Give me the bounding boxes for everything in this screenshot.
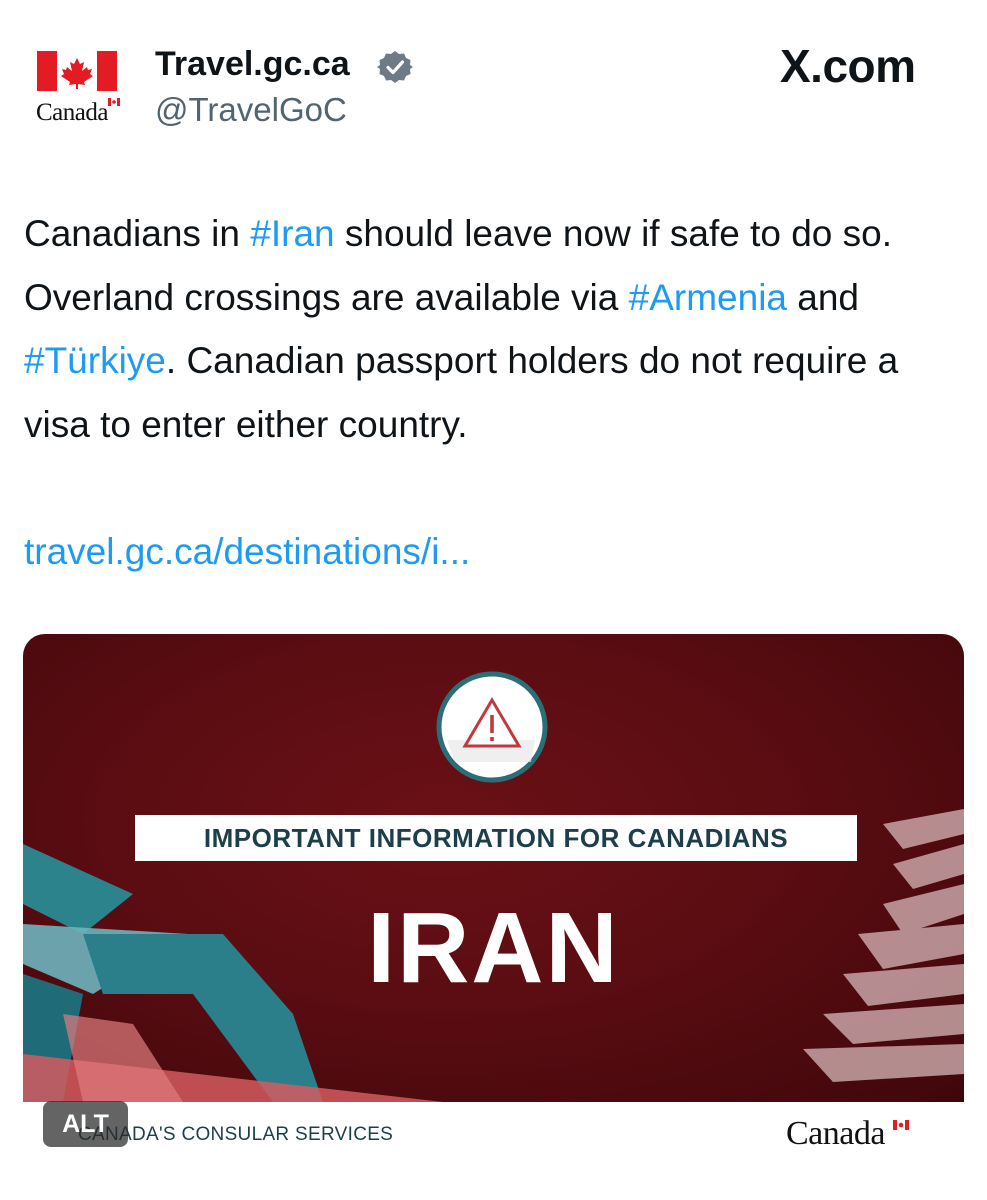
info-banner: IMPORTANT INFORMATION FOR CANADIANS	[135, 815, 857, 861]
hashtag-link[interactable]: #Türkiye	[24, 340, 166, 381]
wordmark-flag-icon	[108, 98, 120, 106]
verified-badge-icon	[377, 51, 413, 83]
tweet-header: Canada Travel.gc.ca @TravelGoC X.com	[0, 0, 987, 150]
footer-flag-icon	[893, 1120, 909, 1130]
tweet-text: Canadians in #Iran should leave now if s…	[24, 202, 969, 456]
hashtag-link[interactable]: #Iran	[250, 213, 334, 254]
tweet-text-segment: and	[787, 276, 860, 318]
display-name[interactable]: Travel.gc.ca	[155, 42, 350, 86]
canada-wordmark: Canada	[36, 99, 108, 126]
alt-button[interactable]: ALT	[43, 1101, 128, 1147]
site-label: X.com	[780, 40, 916, 92]
hashtag-link[interactable]: #Armenia	[629, 277, 787, 318]
canada-flag-icon	[37, 51, 117, 91]
tweet-link[interactable]: travel.gc.ca/destinations/i...	[24, 520, 470, 584]
canada-logo[interactable]: Canada	[34, 48, 124, 128]
country-title: IRAN	[367, 892, 620, 1004]
warning-triangle-icon	[436, 671, 548, 783]
tweet-text-segment: Canadians in	[24, 213, 251, 254]
banner-text: IMPORTANT INFORMATION FOR CANADIANS	[203, 822, 789, 853]
handle[interactable]: @TravelGoC	[155, 88, 347, 132]
footer-canada-wordmark: Canada	[786, 1115, 885, 1152]
